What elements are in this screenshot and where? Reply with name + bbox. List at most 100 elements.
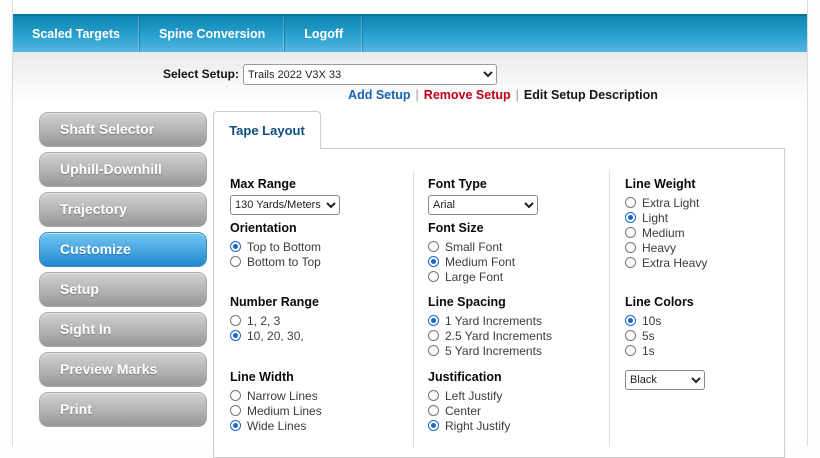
radio-label: Heavy bbox=[642, 241, 676, 255]
justification-label: Justification bbox=[428, 370, 510, 384]
add-setup-link[interactable]: Add Setup bbox=[348, 88, 411, 102]
top-nav: Scaled Targets Spine Conversion Logoff bbox=[13, 14, 807, 52]
radio-label: Light bbox=[642, 211, 668, 225]
radio-icon bbox=[428, 241, 439, 252]
font-type-label: Font Type bbox=[428, 177, 538, 191]
radio-extra-heavy[interactable]: Extra Heavy bbox=[625, 255, 707, 270]
radio-label: 1s bbox=[642, 344, 655, 358]
radio-label: 5s bbox=[642, 329, 655, 343]
radio-2-5-yard-increments[interactable]: 2.5 Yard Increments bbox=[428, 328, 552, 343]
radio-label: 10s bbox=[642, 314, 661, 328]
radio-icon bbox=[428, 390, 439, 401]
radio-icon bbox=[625, 242, 636, 253]
font-size-label: Font Size bbox=[428, 221, 515, 235]
radio-icon bbox=[625, 330, 636, 341]
number-range-section: Number Range 1, 2, 3 10, 20, 30, bbox=[230, 295, 319, 343]
radio-label: Extra Light bbox=[642, 196, 699, 210]
radio-numbers-102030[interactable]: 10, 20, 30, bbox=[230, 328, 319, 343]
setup-bar: Select Setup: Trails 2022 V3X 33 Add Set… bbox=[13, 52, 807, 112]
sidebar-item-shaft-selector[interactable]: Shaft Selector bbox=[39, 112, 207, 147]
link-separator: | bbox=[411, 88, 424, 102]
radio-icon bbox=[428, 330, 439, 341]
radio-medium-font[interactable]: Medium Font bbox=[428, 254, 515, 269]
line-weight-section: Line Weight Extra Light Light Medium Hea… bbox=[625, 177, 707, 270]
remove-setup-link[interactable]: Remove Setup bbox=[424, 88, 511, 102]
radio-icon bbox=[428, 256, 439, 267]
radio-icon bbox=[230, 405, 241, 416]
radio-label: 1, 2, 3 bbox=[247, 314, 280, 328]
link-separator: | bbox=[511, 88, 524, 102]
radio-icon bbox=[625, 227, 636, 238]
radio-label: Right Justify bbox=[445, 419, 510, 433]
radio-label: 5 Yard Increments bbox=[445, 344, 542, 358]
radio-medium[interactable]: Medium bbox=[625, 225, 707, 240]
radio-top-to-bottom[interactable]: Top to Bottom bbox=[230, 239, 321, 254]
line-colors-label: Line Colors bbox=[625, 295, 694, 309]
radio-bottom-to-top[interactable]: Bottom to Top bbox=[230, 254, 321, 269]
radio-left-justify[interactable]: Left Justify bbox=[428, 388, 510, 403]
radio-light[interactable]: Light bbox=[625, 210, 707, 225]
line-colors-section: Line Colors 10s 5s 1s bbox=[625, 295, 694, 358]
sidebar-item-setup[interactable]: Setup bbox=[39, 272, 207, 307]
radio-icon bbox=[625, 257, 636, 268]
radio-icon bbox=[625, 315, 636, 326]
radio-1s[interactable]: 1s bbox=[625, 343, 694, 358]
radio-icon bbox=[428, 315, 439, 326]
sidebar-item-trajectory[interactable]: Trajectory bbox=[39, 192, 207, 227]
line-weight-label: Line Weight bbox=[625, 177, 707, 191]
font-type-select[interactable]: Arial bbox=[428, 195, 538, 215]
font-size-section: Font Size Small Font Medium Font Large F… bbox=[428, 221, 515, 284]
orientation-label: Orientation bbox=[230, 221, 321, 235]
radio-icon bbox=[428, 405, 439, 416]
radio-icon bbox=[230, 256, 241, 267]
radio-extra-light[interactable]: Extra Light bbox=[625, 195, 707, 210]
radio-medium-lines[interactable]: Medium Lines bbox=[230, 403, 322, 418]
radio-1-yard-increments[interactable]: 1 Yard Increments bbox=[428, 313, 552, 328]
radio-small-font[interactable]: Small Font bbox=[428, 239, 515, 254]
sidebar-item-sight-in[interactable]: Sight In bbox=[39, 312, 207, 347]
sidebar-item-customize[interactable]: Customize bbox=[39, 232, 207, 267]
radio-label: Extra Heavy bbox=[642, 256, 707, 270]
nav-item-logoff[interactable]: Logoff bbox=[285, 16, 363, 52]
setup-select[interactable]: Trails 2022 V3X 33 bbox=[243, 64, 497, 85]
radio-label: Medium Font bbox=[445, 255, 515, 269]
radio-5-yard-increments[interactable]: 5 Yard Increments bbox=[428, 343, 552, 358]
max-range-label: Max Range bbox=[230, 177, 340, 191]
sidebar-item-print[interactable]: Print bbox=[39, 392, 207, 427]
line-color-select-section: Black bbox=[625, 370, 705, 390]
orientation-section: Orientation Top to Bottom Bottom to Top bbox=[230, 221, 321, 269]
radio-icon bbox=[230, 420, 241, 431]
radio-label: 1 Yard Increments bbox=[445, 314, 542, 328]
radio-label: Wide Lines bbox=[247, 419, 306, 433]
max-range-select[interactable]: 130 Yards/Meters bbox=[230, 195, 340, 215]
radio-right-justify[interactable]: Right Justify bbox=[428, 418, 510, 433]
column-divider bbox=[413, 171, 414, 447]
radio-wide-lines[interactable]: Wide Lines bbox=[230, 418, 322, 433]
line-color-select[interactable]: Black bbox=[625, 370, 705, 390]
number-range-label: Number Range bbox=[230, 295, 319, 309]
radio-icon bbox=[428, 271, 439, 282]
radio-label: 2.5 Yard Increments bbox=[445, 329, 552, 343]
radio-large-font[interactable]: Large Font bbox=[428, 269, 515, 284]
tab-tape-layout[interactable]: Tape Layout bbox=[213, 111, 321, 149]
radio-10s[interactable]: 10s bbox=[625, 313, 694, 328]
tape-layout-panel: Max Range 130 Yards/Meters Orientation T… bbox=[213, 148, 785, 458]
radio-label: Narrow Lines bbox=[247, 389, 318, 403]
radio-heavy[interactable]: Heavy bbox=[625, 240, 707, 255]
edit-setup-description-link[interactable]: Edit Setup Description bbox=[524, 88, 658, 102]
sidebar-item-uphill-downhill[interactable]: Uphill-Downhill bbox=[39, 152, 207, 187]
radio-numbers-123[interactable]: 1, 2, 3 bbox=[230, 313, 319, 328]
radio-center[interactable]: Center bbox=[428, 403, 510, 418]
radio-icon bbox=[625, 212, 636, 223]
radio-5s[interactable]: 5s bbox=[625, 328, 694, 343]
nav-item-scaled-targets[interactable]: Scaled Targets bbox=[13, 16, 140, 52]
radio-label: Left Justify bbox=[445, 389, 502, 403]
radio-icon bbox=[230, 330, 241, 341]
radio-icon bbox=[428, 345, 439, 356]
nav-item-spine-conversion[interactable]: Spine Conversion bbox=[140, 16, 285, 52]
radio-narrow-lines[interactable]: Narrow Lines bbox=[230, 388, 322, 403]
radio-label: 10, 20, 30, bbox=[247, 329, 304, 343]
radio-label: Center bbox=[445, 404, 481, 418]
sidebar-item-preview-marks[interactable]: Preview Marks bbox=[39, 352, 207, 387]
line-spacing-label: Line Spacing bbox=[428, 295, 552, 309]
